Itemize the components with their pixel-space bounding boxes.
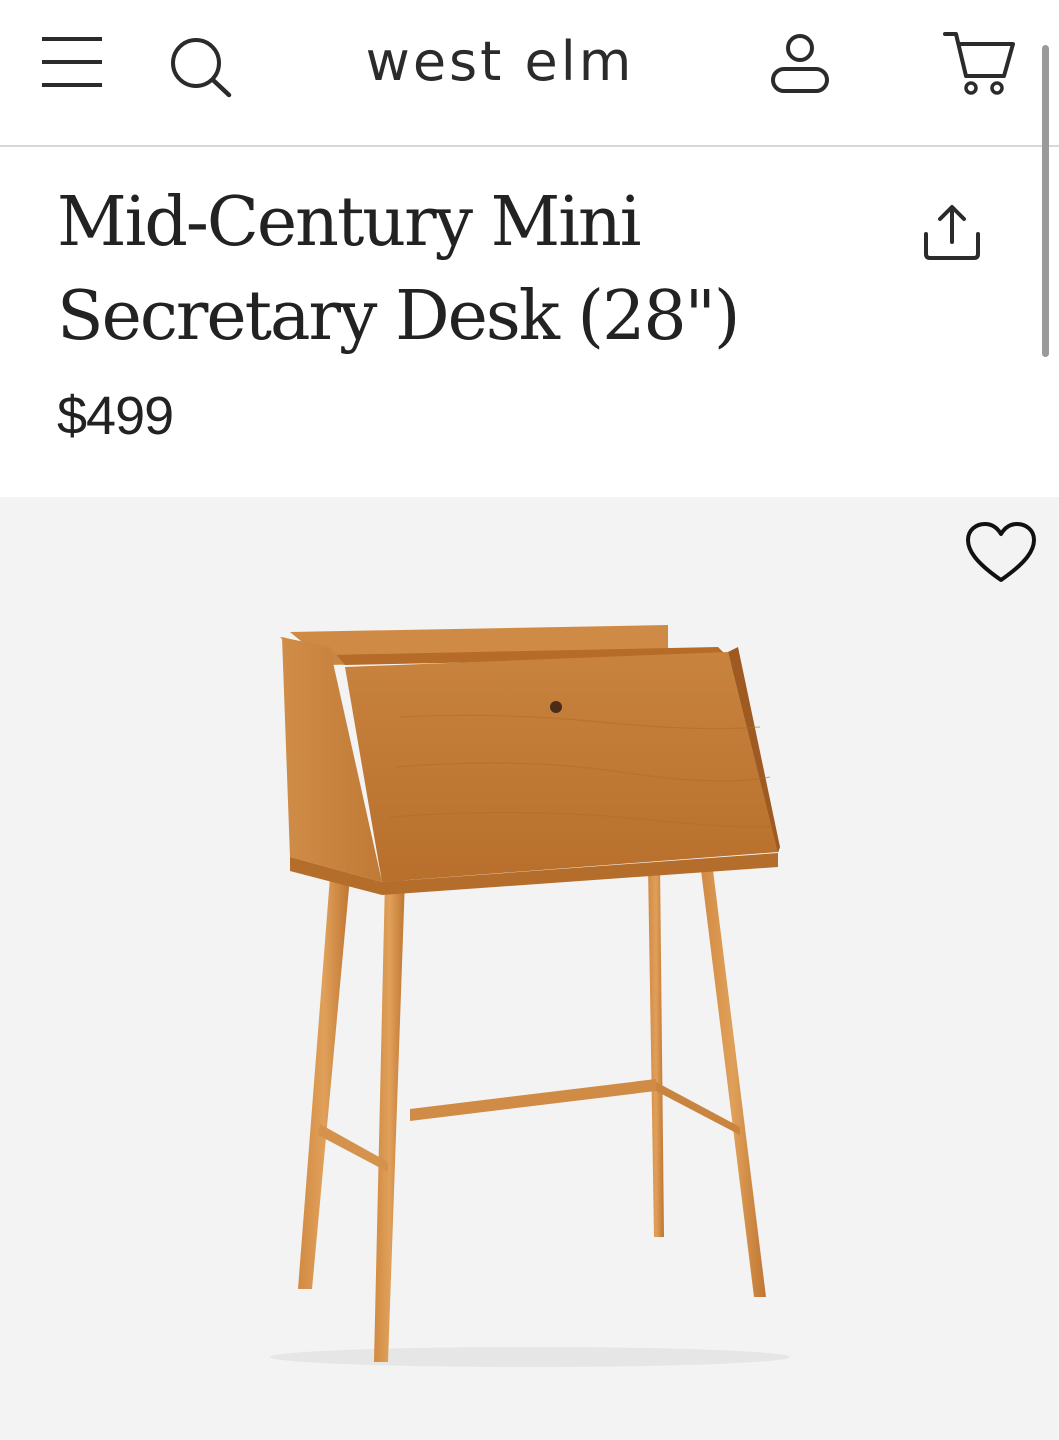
user-icon[interactable] [770, 33, 830, 100]
heart-icon[interactable] [965, 522, 1037, 591]
share-icon[interactable] [920, 202, 984, 267]
scrollbar-thumb[interactable] [1042, 45, 1049, 357]
brand-logo[interactable]: west elm [330, 30, 670, 93]
secretary-desk-image [270, 625, 790, 1367]
search-icon[interactable] [168, 36, 234, 103]
hamburger-menu-icon[interactable] [40, 34, 104, 95]
top-nav-bar: west elm [0, 0, 1059, 147]
product-title: Mid-Century Mini Secretary Desk (28") [57, 183, 740, 356]
shopping-cart-icon[interactable] [942, 30, 1018, 103]
product-price: $499 [57, 386, 174, 446]
product-image-gallery[interactable] [0, 497, 1059, 1440]
